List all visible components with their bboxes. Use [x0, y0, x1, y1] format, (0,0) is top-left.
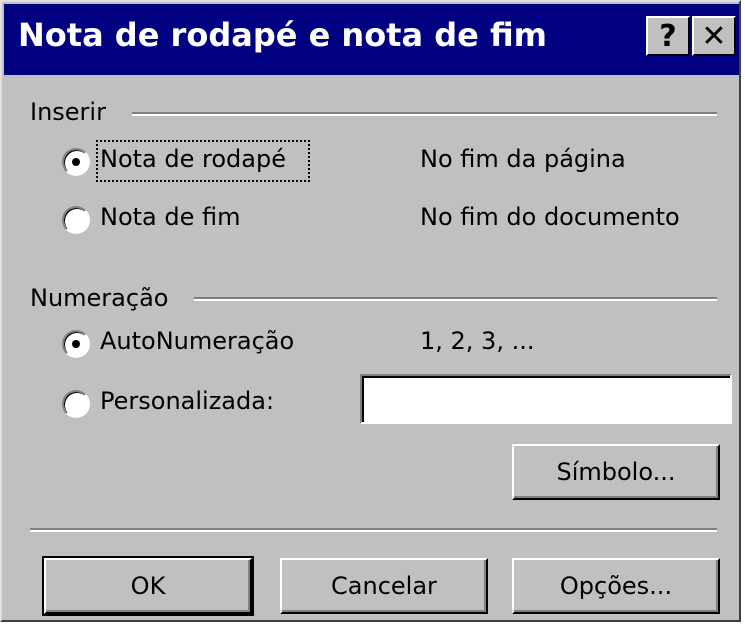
close-button[interactable]: ✕: [692, 16, 736, 56]
custom-mark-input[interactable]: [360, 374, 732, 424]
radio-autonumber-dot: [72, 340, 80, 348]
symbol-button[interactable]: Símbolo...: [512, 444, 720, 500]
radio-custom[interactable]: [62, 390, 90, 418]
footnote-option-label[interactable]: Nota de rodapé: [100, 145, 286, 173]
ok-button[interactable]: OK: [42, 556, 254, 616]
ok-button-label: OK: [130, 572, 166, 600]
footnote-dialog: Nota de rodapé e nota de fim ? ✕ Inserir…: [0, 0, 741, 622]
endnote-location-value: No fim do documento: [420, 203, 680, 231]
numbering-group-line: [194, 297, 717, 301]
insert-group-label: Inserir: [30, 98, 106, 126]
dialog-title: Nota de rodapé e nota de fim: [18, 16, 548, 54]
insert-group-line: [132, 112, 717, 116]
close-icon: ✕: [701, 18, 727, 54]
separator: [30, 528, 717, 532]
radio-endnote[interactable]: [62, 206, 90, 234]
numbering-group-label: Numeração: [30, 284, 169, 312]
footnote-location-value: No fim da página: [420, 145, 626, 173]
cancel-button[interactable]: Cancelar: [280, 558, 488, 614]
cancel-button-label: Cancelar: [331, 572, 437, 600]
options-button[interactable]: Opções...: [512, 558, 720, 614]
endnote-option-label[interactable]: Nota de fim: [100, 203, 241, 231]
custom-option-label[interactable]: Personalizada:: [100, 387, 274, 415]
symbol-button-label: Símbolo...: [556, 458, 676, 486]
radio-footnote[interactable]: [62, 148, 90, 176]
radio-autonumber[interactable]: [62, 330, 90, 358]
radio-footnote-dot: [72, 158, 80, 166]
autonumber-preview: 1, 2, 3, ...: [420, 327, 535, 355]
options-button-label: Opções...: [559, 572, 673, 600]
title-bar[interactable]: Nota de rodapé e nota de fim ? ✕: [4, 4, 739, 75]
help-button[interactable]: ?: [646, 16, 690, 56]
help-icon: ?: [659, 18, 677, 54]
autonumber-option-label[interactable]: AutoNumeração: [100, 327, 294, 355]
